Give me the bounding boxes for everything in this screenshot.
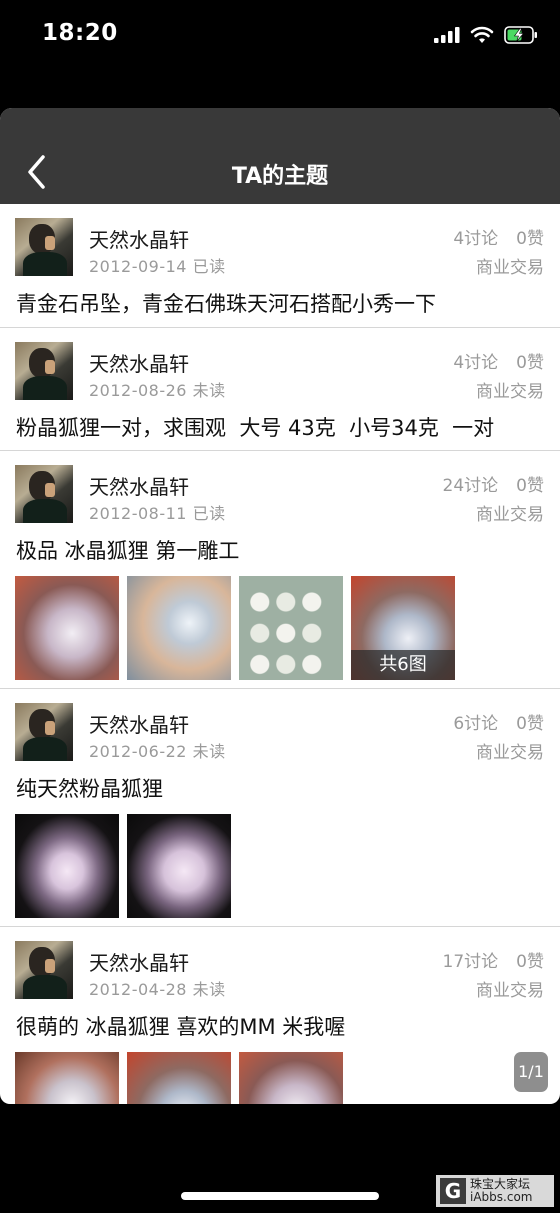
discussion-count: 4讨论 [453, 229, 499, 249]
avatar[interactable] [15, 342, 73, 400]
date-text: 2012-08-26 [89, 381, 187, 400]
avatar[interactable] [15, 703, 73, 761]
post-image[interactable] [127, 814, 231, 918]
home-indicator[interactable] [181, 1192, 379, 1200]
post-title[interactable]: 很萌的 冰晶狐狸 喜欢的MM 米我喔 [16, 1011, 345, 1041]
discussion-count: 17讨论 [442, 952, 499, 972]
battery-charging-icon [504, 26, 537, 44]
post-date: 2012-09-14 已读 [89, 253, 226, 277]
read-status: 未读 [192, 742, 226, 761]
read-status: 未读 [192, 980, 226, 999]
category-label: 商业交易 [476, 505, 544, 525]
page-title: TA的主题 [231, 164, 329, 189]
author-name[interactable]: 天然水晶轩 [89, 348, 189, 377]
post-image[interactable]: 共6图 [351, 576, 455, 680]
post-date: 2012-08-26 未读 [89, 377, 226, 401]
author-name[interactable]: 天然水晶轩 [89, 224, 189, 253]
like-count: 0赞 [516, 952, 544, 972]
content-sheet: TA的主题 天然水晶轩 2012-09-14 已读 4讨论 0赞 商业交易 青金石… [0, 108, 560, 1104]
post-stats: 24讨论 0赞 [443, 471, 544, 496]
author-name[interactable]: 天然水晶轩 [89, 947, 189, 976]
category-label: 商业交易 [476, 258, 544, 278]
post-image[interactable] [127, 1052, 231, 1104]
watermark-logo: G 珠宝大家坛 iAbbs.com [436, 1175, 554, 1207]
category-label: 商业交易 [476, 743, 544, 763]
post-item[interactable]: 天然水晶轩 2012-08-11 已读 24讨论 0赞 商业交易 极品 冰晶狐狸 … [0, 451, 560, 689]
category-label: 商业交易 [476, 382, 544, 402]
post-date: 2012-04-28 未读 [89, 976, 226, 1000]
date-text: 2012-06-22 [89, 742, 187, 761]
read-status: 未读 [192, 381, 226, 400]
post-title[interactable]: 极品 冰晶狐狸 第一雕工 [16, 535, 239, 565]
avatar[interactable] [15, 941, 73, 999]
like-count: 0赞 [516, 229, 544, 249]
watermark-text: 珠宝大家坛 iAbbs.com [470, 1178, 532, 1204]
image-grid [15, 814, 231, 918]
date-text: 2012-08-11 [89, 504, 187, 523]
nav-bar: TA的主题 [0, 108, 560, 204]
post-item[interactable]: 天然水晶轩 2012-06-22 未读 6讨论 0赞 商业交易 纯天然粉晶狐狸 [0, 689, 560, 927]
post-image[interactable] [127, 576, 231, 680]
post-item[interactable]: 天然水晶轩 2012-08-26 未读 4讨论 0赞 商业交易 粉晶狐狸一对，求围… [0, 328, 560, 451]
author-name[interactable]: 天然水晶轩 [89, 709, 189, 738]
like-count: 0赞 [516, 353, 544, 373]
watermark-line2: iAbbs.com [470, 1190, 533, 1204]
image-grid [15, 1052, 343, 1104]
read-status: 已读 [192, 257, 226, 276]
post-stats: 4讨论 0赞 [453, 348, 544, 373]
post-stats: 17讨论 0赞 [443, 947, 544, 972]
post-item[interactable]: 天然水晶轩 2012-04-28 未读 17讨论 0赞 商业交易 很萌的 冰晶狐狸… [0, 927, 560, 1104]
category-label: 商业交易 [476, 981, 544, 1001]
date-text: 2012-04-28 [89, 980, 187, 999]
status-icons [434, 24, 538, 46]
avatar[interactable] [15, 218, 73, 276]
post-date: 2012-06-22 未读 [89, 738, 226, 762]
post-title[interactable]: 粉晶狐狸一对，求围观 大号 43克 小号34克 一对 [16, 412, 494, 442]
author-name[interactable]: 天然水晶轩 [89, 471, 189, 500]
more-images-label: 共6图 [351, 650, 455, 680]
post-image[interactable] [239, 576, 343, 680]
discussion-count: 24讨论 [442, 476, 499, 496]
watermark-g-icon: G [440, 1178, 466, 1204]
page-indicator[interactable]: 1/1 [514, 1052, 548, 1092]
image-grid: 共6图 [15, 576, 455, 680]
post-date: 2012-08-11 已读 [89, 500, 226, 524]
post-image[interactable] [239, 1052, 343, 1104]
post-stats: 6讨论 0赞 [453, 709, 544, 734]
status-bar: 18:20 [0, 0, 560, 70]
avatar[interactable] [15, 465, 73, 523]
post-list: 天然水晶轩 2012-09-14 已读 4讨论 0赞 商业交易 青金石吊坠，青金石… [0, 204, 560, 1104]
post-image[interactable] [15, 576, 119, 680]
post-image[interactable] [15, 814, 119, 918]
like-count: 0赞 [516, 714, 544, 734]
read-status: 已读 [192, 504, 226, 523]
post-image[interactable] [15, 1052, 119, 1104]
date-text: 2012-09-14 [89, 257, 187, 276]
post-stats: 4讨论 0赞 [453, 224, 544, 249]
like-count: 0赞 [516, 476, 544, 496]
status-time: 18:20 [42, 20, 118, 46]
post-item[interactable]: 天然水晶轩 2012-09-14 已读 4讨论 0赞 商业交易 青金石吊坠，青金石… [0, 204, 560, 328]
discussion-count: 4讨论 [453, 353, 499, 373]
post-title[interactable]: 青金石吊坠，青金石佛珠天河石搭配小秀一下 [16, 288, 436, 318]
post-title[interactable]: 纯天然粉晶狐狸 [16, 773, 163, 803]
cellular-signal-icon [434, 27, 460, 43]
discussion-count: 6讨论 [453, 714, 499, 734]
wifi-icon [470, 26, 494, 43]
